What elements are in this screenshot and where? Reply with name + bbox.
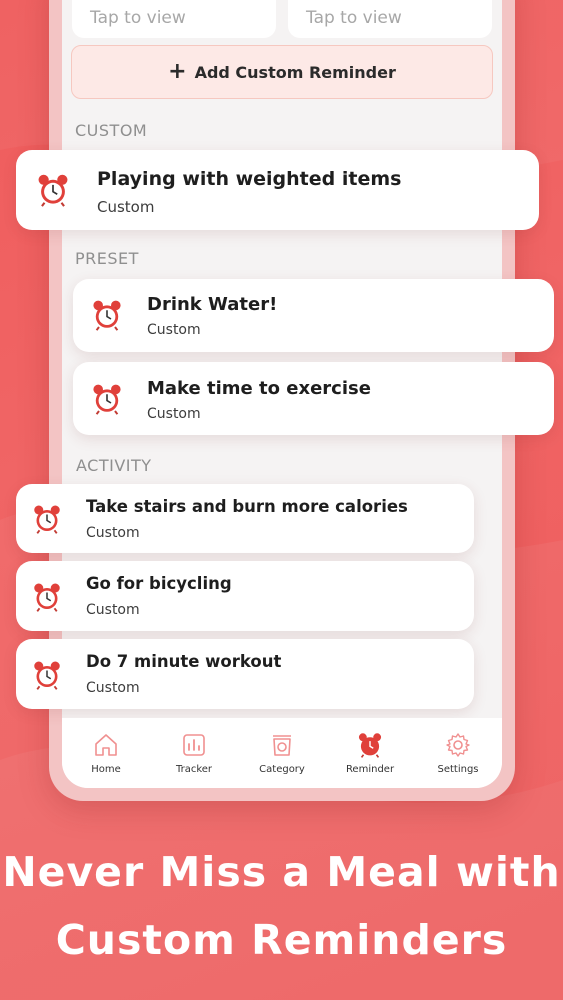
alarm-clock-icon — [358, 732, 382, 758]
add-custom-reminder-button[interactable]: + Add Custom Reminder — [71, 45, 493, 99]
bottom-nav: Home Tracker Category Reminder Settings — [62, 718, 502, 788]
reminder-title: Take stairs and burn more calories — [86, 497, 408, 516]
alarm-clock-icon — [38, 174, 68, 207]
add-custom-reminder-label: Add Custom Reminder — [194, 62, 396, 82]
nav-label: Home — [91, 763, 121, 775]
reminder-subtitle: Custom — [86, 602, 140, 618]
nav-item-reminder[interactable]: Reminder — [330, 732, 410, 775]
nav-item-tracker[interactable]: Tracker — [154, 732, 234, 775]
reminder-card[interactable]: Make time to exercise Custom — [73, 362, 554, 435]
reminder-title: Drink Water! — [147, 294, 278, 315]
tap-to-view-label: Tap to view — [90, 8, 186, 28]
alarm-clock-icon — [93, 300, 121, 331]
section-label-preset: PRESET — [75, 249, 139, 268]
home-icon — [95, 733, 117, 756]
alarm-clock-icon — [34, 661, 60, 690]
summary-card[interactable]: Tap to view — [72, 0, 276, 38]
reminder-title: Do 7 minute workout — [86, 652, 282, 671]
reminder-card[interactable]: Playing with weighted items Custom — [16, 150, 539, 230]
reminder-subtitle: Custom — [86, 525, 140, 541]
alarm-clock-icon — [34, 583, 60, 612]
alarm-clock-icon — [93, 384, 121, 415]
reminder-subtitle: Custom — [97, 198, 155, 216]
nav-item-settings[interactable]: Settings — [418, 732, 498, 775]
gear-icon — [446, 732, 470, 757]
reminder-subtitle: Custom — [86, 680, 140, 696]
reminder-subtitle: Custom — [147, 406, 201, 422]
nav-label: Tracker — [175, 763, 213, 775]
tracker-icon — [183, 733, 205, 756]
nav-label: Category — [259, 763, 305, 775]
nav-label: Reminder — [345, 763, 395, 775]
headline-line-2: Custom Reminders — [55, 916, 508, 964]
plus-icon: + — [168, 59, 187, 84]
section-label-activity: ACTIVITY — [76, 456, 152, 475]
category-icon — [273, 734, 291, 756]
reminder-subtitle: Custom — [147, 322, 201, 338]
reminder-card[interactable]: Take stairs and burn more calories Custo… — [16, 484, 474, 553]
alarm-clock-icon — [34, 505, 60, 534]
reminder-title: Make time to exercise — [147, 378, 371, 399]
nav-item-home[interactable]: Home — [66, 732, 146, 775]
reminder-card[interactable]: Do 7 minute workout Custom — [16, 639, 474, 709]
nav-item-category[interactable]: Category — [242, 732, 322, 775]
reminder-card[interactable]: Go for bicycling Custom — [16, 561, 474, 631]
reminder-card[interactable]: Drink Water! Custom — [73, 279, 554, 352]
section-label-custom: CUSTOM — [75, 121, 148, 140]
nav-label: Settings — [437, 763, 479, 775]
summary-card[interactable]: Tap to view — [288, 0, 492, 38]
promo-headline: Never Miss a Meal with Custom Reminders — [0, 838, 563, 974]
reminder-title: Go for bicycling — [86, 574, 232, 593]
reminder-title: Playing with weighted items — [97, 168, 402, 190]
headline-line-1: Never Miss a Meal with — [2, 848, 561, 896]
tap-to-view-label: Tap to view — [306, 8, 402, 28]
